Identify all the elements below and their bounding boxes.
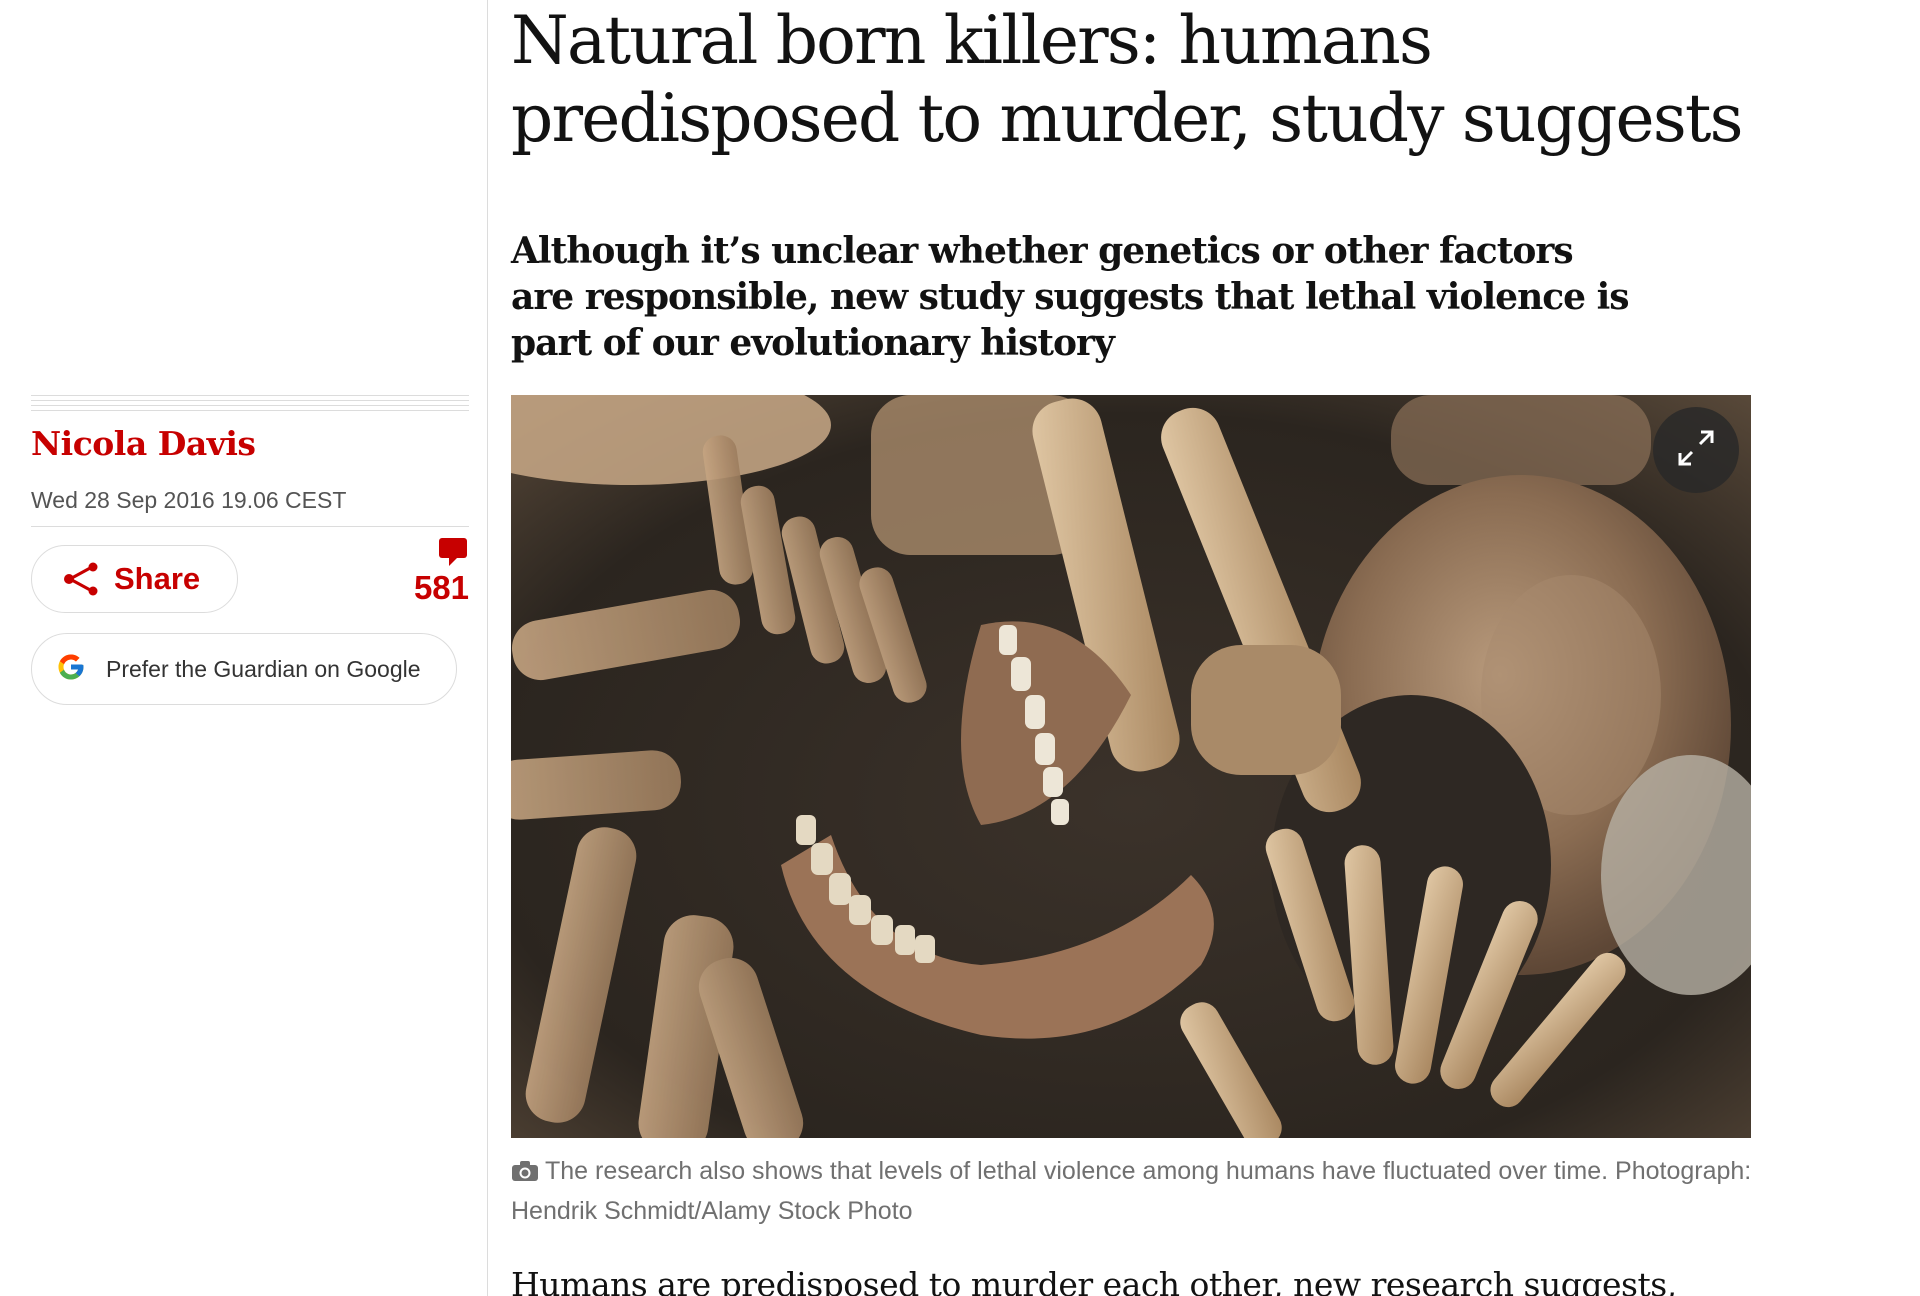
share-icon: [62, 562, 100, 596]
article-meta-column: Nicola Davis Wed 28 Sep 2016 19.06 CEST …: [0, 0, 488, 1296]
caption-text: The research also shows that levels of l…: [511, 1157, 1752, 1225]
article-headline: Natural born killers: humans predisposed…: [511, 2, 1743, 157]
author-link[interactable]: Nicola Davis: [31, 424, 256, 463]
meta-divider: [31, 526, 469, 527]
share-label: Share: [114, 561, 201, 596]
photo-caption: The research also shows that levels of l…: [511, 1153, 1771, 1230]
expand-icon: [1674, 426, 1718, 475]
google-label: Prefer the Guardian on Google: [106, 655, 421, 682]
article-standfirst: Although it’s unclear whether genetics o…: [511, 230, 1630, 364]
article-body-first-line: Humans are predisposed to murder each ot…: [511, 1265, 1677, 1296]
comment-count: 581: [413, 569, 469, 606]
share-button[interactable]: Share: [31, 545, 238, 613]
skeleton-photo: [511, 395, 1751, 1138]
prefer-guardian-google-button[interactable]: Prefer the Guardian on Google: [31, 633, 457, 705]
main-photo: [511, 395, 1751, 1138]
expand-image-button[interactable]: [1653, 407, 1739, 493]
camera-icon: [511, 1156, 539, 1193]
byline-rules-divider: [31, 395, 469, 415]
publish-date: Wed 28 Sep 2016 19.06 CEST: [31, 487, 347, 513]
comments-link[interactable]: 581: [399, 536, 469, 606]
comment-icon: [399, 536, 469, 568]
google-icon: [56, 652, 86, 687]
